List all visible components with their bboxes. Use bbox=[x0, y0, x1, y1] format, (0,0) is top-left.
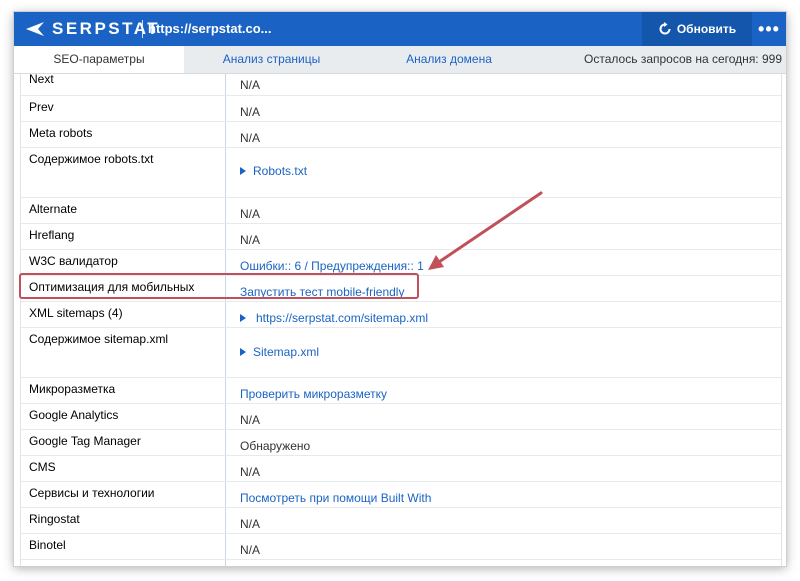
annotation-arrow-icon bbox=[428, 191, 543, 270]
